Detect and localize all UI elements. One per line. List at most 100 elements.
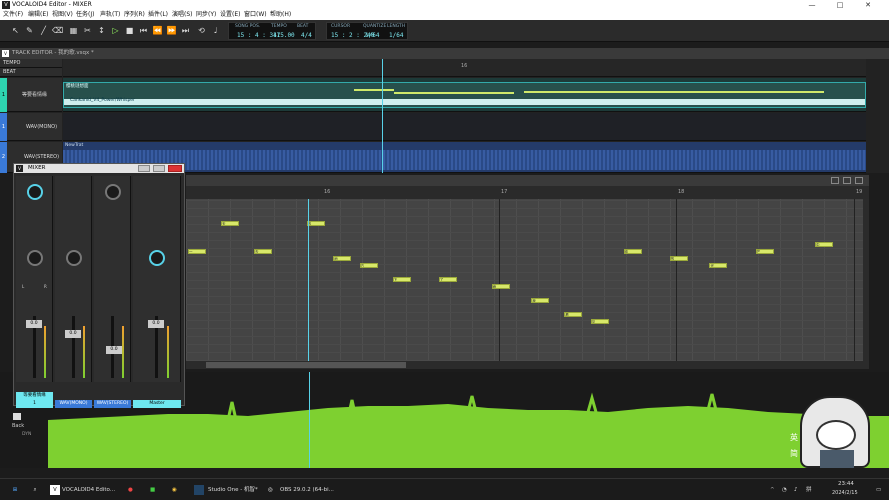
arrow-tool-icon[interactable]: ↖	[10, 25, 21, 36]
menu-help[interactable]: 帮助(H)	[270, 10, 291, 20]
ime-indicator-2[interactable]: 简	[790, 448, 798, 459]
scissors-icon[interactable]: ✂	[82, 25, 93, 36]
gain-knob[interactable]	[66, 250, 82, 266]
chrome-icon[interactable]: ◉	[172, 482, 177, 498]
grid-icon[interactable]: ▦	[68, 25, 79, 36]
quantize-value[interactable]: 1/64	[365, 32, 379, 39]
note-block[interactable]: 我	[531, 298, 550, 303]
playhead[interactable]	[308, 199, 309, 361]
menu-job[interactable]: 任务(J)	[76, 10, 94, 20]
cursor-icon[interactable]: ↕	[96, 25, 107, 36]
network-icon[interactable]: ◔	[782, 482, 787, 498]
length-value[interactable]: 1/64	[389, 32, 403, 39]
forward-end-icon[interactable]: ⏭	[180, 25, 191, 36]
note-block[interactable]: 了	[438, 277, 457, 282]
menu-sync[interactable]: 同步(Y)	[196, 10, 216, 20]
menu-plugin[interactable]: 插件(L)	[148, 10, 168, 20]
studio-one-icon[interactable]	[194, 485, 204, 495]
search-icon[interactable]: ⌕	[28, 482, 42, 498]
note-block[interactable]: 地	[333, 256, 352, 261]
note-block[interactable]: 的	[306, 221, 325, 226]
metronome-icon[interactable]: ♩	[210, 25, 221, 36]
tray-chevron-icon[interactable]: ^	[770, 482, 775, 498]
bar-marker: 16	[324, 189, 331, 195]
send-knob[interactable]	[27, 184, 43, 200]
note-block[interactable]: 去	[254, 249, 272, 254]
expand-icon[interactable]	[13, 413, 21, 420]
vocaloid-icon[interactable]: V	[50, 485, 60, 495]
horizontal-scrollbar[interactable]	[186, 361, 869, 369]
taskbar-app-obs[interactable]: OBS 29.0.2 (64-bi...	[280, 482, 334, 498]
app-icon[interactable]: ●	[128, 482, 133, 498]
maximize-button[interactable]: □	[829, 0, 851, 10]
menu-settings[interactable]: 设置(E)	[220, 10, 240, 20]
close-button[interactable]	[855, 177, 863, 184]
minimize-button[interactable]: —	[801, 0, 823, 10]
note-block[interactable]: 下	[392, 277, 411, 282]
volume-fader[interactable]	[72, 316, 75, 378]
eraser-tool-icon[interactable]: ⌫	[52, 25, 63, 36]
track-header-1[interactable]: 1 等要看情缘	[0, 78, 62, 112]
play-icon[interactable]: ▷	[110, 25, 121, 36]
taskbar-app-studio-one[interactable]: Studio One - 机智*	[208, 482, 258, 498]
menu-sequence[interactable]: 序列(R)	[124, 10, 145, 20]
rewind-start-icon[interactable]: ⏮	[138, 25, 149, 36]
note-block[interactable]: 的	[669, 256, 688, 261]
note-block[interactable]: 雨	[491, 284, 510, 289]
forward-icon[interactable]: ⏩	[166, 25, 177, 36]
obs-icon[interactable]: ◎	[268, 482, 273, 498]
rewind-icon[interactable]: ⏪	[152, 25, 163, 36]
playhead[interactable]	[309, 372, 310, 468]
minimize-button[interactable]	[138, 165, 150, 172]
taskbar-app-vocaloid[interactable]: VOCALOID4 Edito...	[62, 482, 115, 498]
stop-icon[interactable]: ■	[124, 25, 135, 36]
note-block[interactable]: 方	[359, 263, 378, 268]
vocal-part[interactable]: 樱桃谜想面 Cankanid_V4_Power/Whisper	[63, 82, 866, 108]
ime-icon[interactable]: 拼	[806, 482, 812, 498]
menu-track[interactable]: 声轨(T)	[100, 10, 120, 20]
note-block[interactable]: 天	[221, 221, 239, 226]
playhead[interactable]	[382, 59, 383, 173]
volume-icon[interactable]: ♪	[794, 482, 798, 498]
note-block[interactable]: 一	[188, 249, 206, 254]
close-button[interactable]	[168, 165, 182, 172]
note-block[interactable]: 你	[623, 249, 642, 254]
menu-file[interactable]: 文件(F)	[3, 10, 23, 20]
note-block[interactable]: 光	[709, 263, 728, 268]
pencil-tool-icon[interactable]: ✎	[24, 25, 35, 36]
track-lane-1[interactable]: 樱桃谜想面 Cankanid_V4_Power/Whisper	[63, 78, 866, 112]
gain-knob[interactable]	[27, 250, 43, 266]
maximize-button[interactable]	[153, 165, 165, 172]
track-header-2[interactable]: 1 WAV(MONO)	[0, 113, 62, 141]
app-icon[interactable]: ■	[150, 482, 155, 498]
volume-value[interactable]: 0.0	[26, 320, 42, 328]
volume-value[interactable]: 0.0	[106, 346, 122, 354]
send-knob[interactable]	[105, 184, 121, 200]
note-block[interactable]: 看	[564, 312, 583, 317]
start-icon[interactable]: ⊞	[8, 482, 22, 498]
ruler-lane[interactable]: 16	[63, 59, 866, 77]
close-button[interactable]: ✕	[857, 0, 879, 10]
line-tool-icon[interactable]: ╱	[38, 25, 49, 36]
piano-roll-grid[interactable]: 一天去的地方下了雨我看见你的光芒中	[186, 199, 869, 361]
maximize-button[interactable]	[843, 177, 851, 184]
note-block[interactable]: 芒	[755, 249, 774, 254]
track-lane-2[interactable]	[63, 113, 866, 141]
vertical-scrollbar[interactable]	[863, 199, 869, 361]
menu-window[interactable]: 窗口(W)	[244, 10, 267, 20]
loop-icon[interactable]: ⟲	[196, 25, 207, 36]
volume-value[interactable]: 0.0	[65, 330, 81, 338]
menu-view[interactable]: 视图(V)	[52, 10, 73, 20]
menu-edit[interactable]: 编辑(E)	[28, 10, 48, 20]
menu-sing[interactable]: 演唱(S)	[172, 10, 193, 20]
app-logo-icon: V	[2, 50, 9, 57]
piano-roll-ruler[interactable]: 16 17 18 19	[186, 186, 869, 199]
note-block[interactable]: 见	[590, 319, 609, 324]
note-block[interactable]: 中	[815, 242, 833, 247]
master-gain-knob[interactable]	[149, 250, 165, 266]
minimize-button[interactable]	[831, 177, 839, 184]
notification-icon[interactable]: ▭	[876, 482, 881, 498]
ime-indicator[interactable]: 英	[790, 432, 798, 443]
mixer-window[interactable]: V MIXER L R 0.0 等要看情缘 1 0.0 WAV(MONO) 0.…	[13, 163, 185, 408]
volume-value[interactable]: 0.0	[148, 320, 164, 328]
